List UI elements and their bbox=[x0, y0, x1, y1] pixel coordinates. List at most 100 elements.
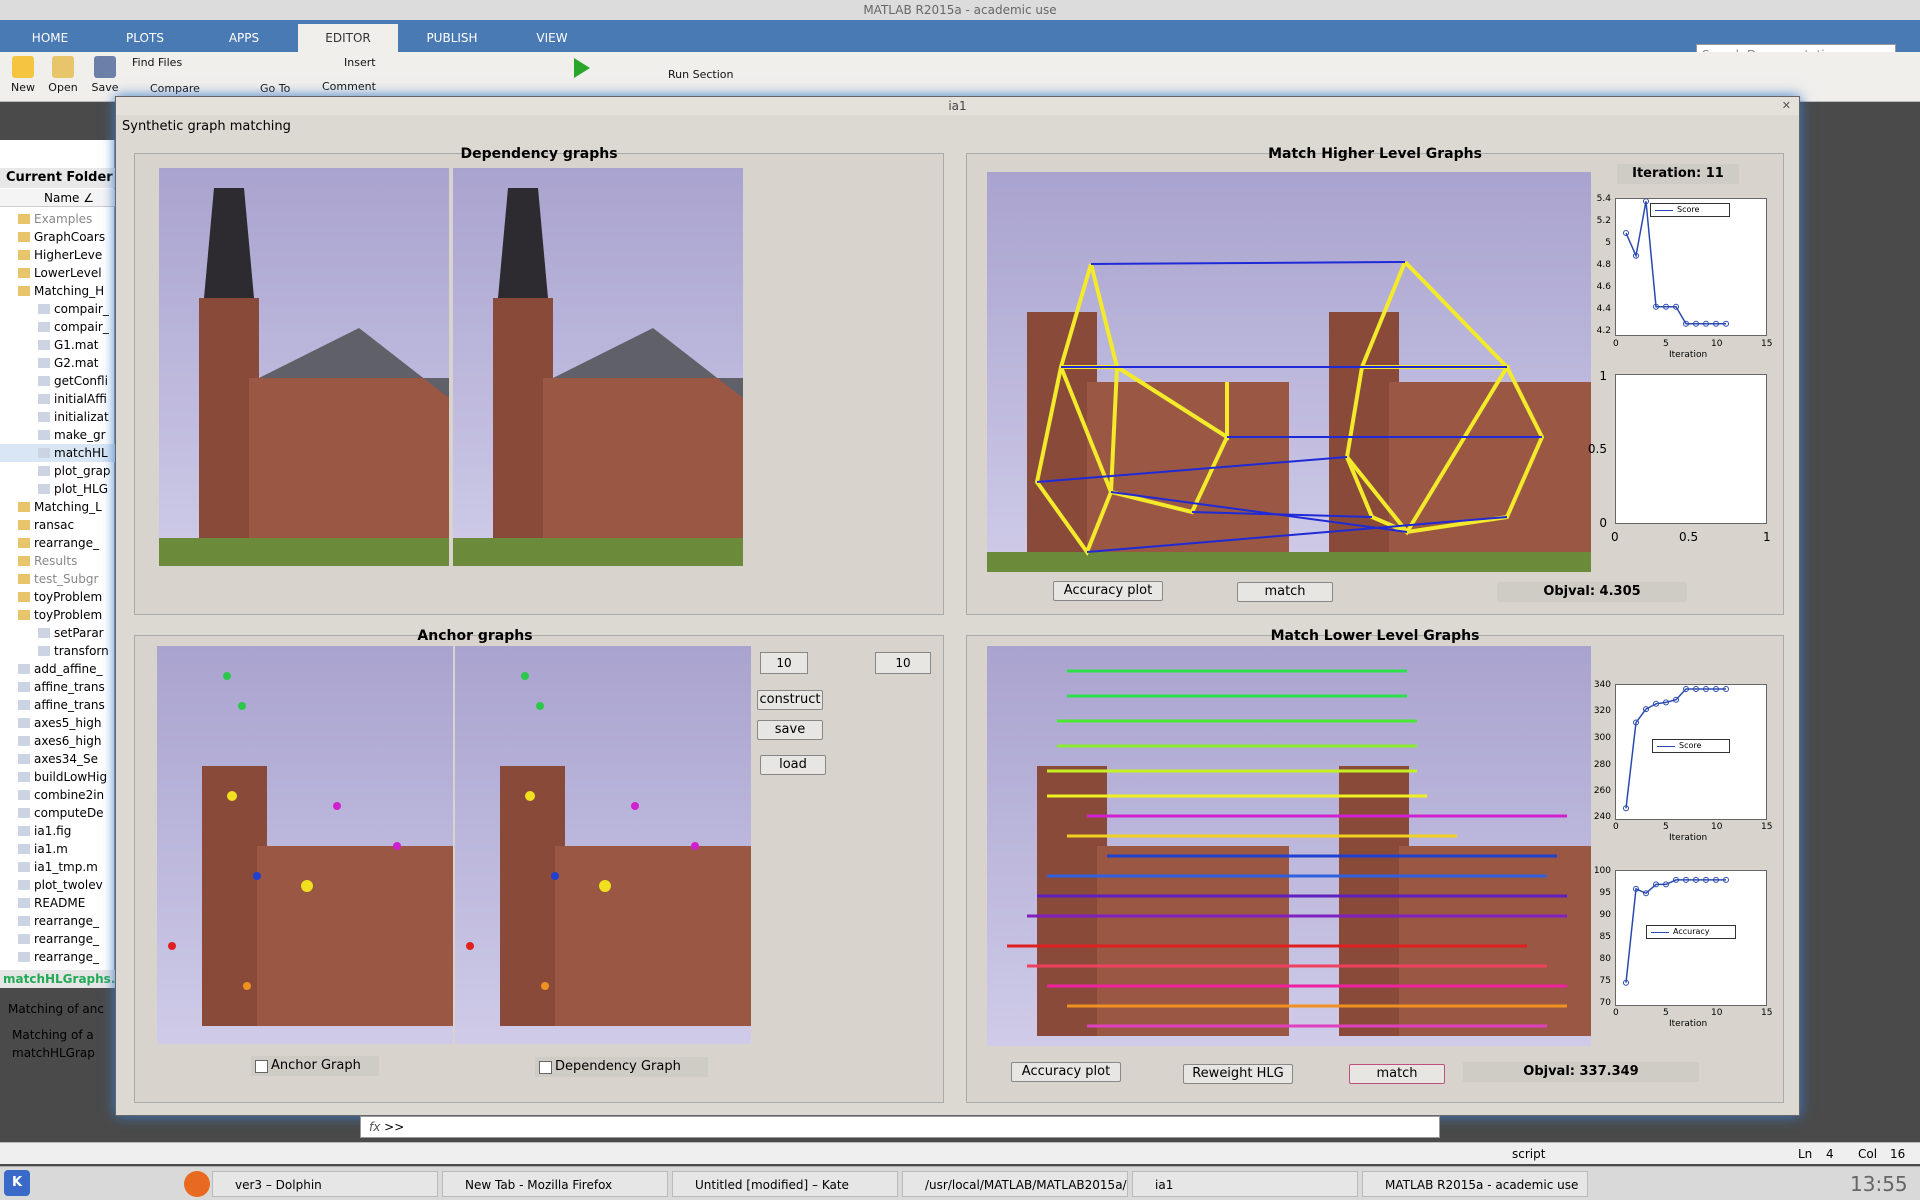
close-icon[interactable]: ✕ bbox=[1782, 99, 1791, 112]
details-item[interactable]: matchHLGrap bbox=[12, 1046, 95, 1060]
save-button[interactable]: Save bbox=[90, 56, 120, 94]
folder-item[interactable]: rearrange_ bbox=[0, 534, 115, 552]
run-button[interactable] bbox=[574, 58, 590, 81]
folder-item[interactable]: initialAffi bbox=[0, 390, 115, 408]
reweight-hlg-button[interactable]: Reweight HLG bbox=[1183, 1064, 1293, 1084]
tab-view[interactable]: VIEW bbox=[508, 24, 596, 52]
folder-item[interactable]: Results bbox=[0, 552, 115, 570]
match-button-high[interactable]: match bbox=[1237, 582, 1333, 602]
details-item[interactable]: Matching of a bbox=[12, 1028, 94, 1042]
folder-item[interactable]: Examples bbox=[0, 210, 115, 228]
folder-item[interactable]: affine_trans bbox=[0, 678, 115, 696]
tab-home[interactable]: HOME bbox=[10, 24, 90, 52]
taskbar-item[interactable]: ver3 – Dolphin bbox=[212, 1171, 438, 1197]
tab-publish[interactable]: PUBLISH bbox=[408, 24, 496, 52]
comment-button[interactable]: Comment bbox=[322, 80, 376, 93]
folder-item[interactable]: add_affine_ bbox=[0, 660, 115, 678]
folder-item[interactable]: axes5_high bbox=[0, 714, 115, 732]
go-to-button[interactable]: Go To bbox=[260, 82, 290, 95]
folder-item[interactable]: initializat bbox=[0, 408, 115, 426]
file-icon bbox=[18, 934, 30, 944]
new-button[interactable]: New bbox=[8, 56, 38, 94]
folder-item[interactable]: affine_trans bbox=[0, 696, 115, 714]
folder-item[interactable]: ia1_tmp.m bbox=[0, 858, 115, 876]
taskbar-item[interactable]: MATLAB R2015a - academic use bbox=[1362, 1171, 1588, 1197]
folder-item[interactable]: ransac bbox=[0, 516, 115, 534]
tab-apps[interactable]: APPS bbox=[200, 24, 288, 52]
open-button[interactable]: Open bbox=[46, 56, 80, 94]
folder-item[interactable]: combine2in bbox=[0, 786, 115, 804]
file-icon bbox=[38, 340, 50, 350]
command-window-input[interactable]: fx >> bbox=[360, 1116, 1440, 1138]
folder-item-label: buildLowHig bbox=[34, 770, 108, 784]
construct-button[interactable]: construct bbox=[757, 690, 823, 710]
folder-item[interactable]: Matching_L bbox=[0, 498, 115, 516]
tab-plots[interactable]: PLOTS bbox=[100, 24, 190, 52]
folder-icon bbox=[18, 286, 30, 296]
name-column-header[interactable]: Name ∠ bbox=[0, 189, 115, 207]
folder-item[interactable]: LowerLevel bbox=[0, 264, 115, 282]
match-button-low[interactable]: match bbox=[1349, 1064, 1445, 1084]
folder-item[interactable]: G2.mat bbox=[0, 354, 115, 372]
score-plot-high: Score bbox=[1615, 198, 1767, 336]
accuracy-plot-button[interactable]: Accuracy plot bbox=[1053, 581, 1163, 601]
folder-item[interactable]: Matching_H bbox=[0, 282, 115, 300]
toolstrip-tabs: HOME PLOTS APPS EDITOR PUBLISH VIEW Sear… bbox=[0, 20, 1920, 66]
folder-item[interactable]: README bbox=[0, 894, 115, 912]
taskbar-item[interactable]: Untitled [modified] – Kate bbox=[672, 1171, 898, 1197]
y-tick-label: 0.5 bbox=[1587, 442, 1607, 456]
command-prompt: >> bbox=[384, 1120, 405, 1134]
folder-item[interactable]: plot_HLG bbox=[0, 480, 115, 498]
folder-item[interactable]: computeDe bbox=[0, 804, 115, 822]
folder-item[interactable]: axes34_Se bbox=[0, 750, 115, 768]
folder-item[interactable]: rearrange_ bbox=[0, 948, 115, 966]
taskbar-item[interactable]: /usr/local/MATLAB/MATLAB2015a/b bbox=[902, 1171, 1128, 1197]
folder-item[interactable]: plot_grap bbox=[0, 462, 115, 480]
find-files-button[interactable]: Find Files bbox=[132, 56, 182, 69]
anchor-count-input-2[interactable]: 10 bbox=[875, 652, 931, 674]
folder-item[interactable]: toyProblem bbox=[0, 588, 115, 606]
folder-item-label: ransac bbox=[34, 518, 75, 532]
anchor-graph-checkbox[interactable]: Anchor Graph bbox=[251, 1056, 379, 1076]
folder-item[interactable]: GraphCoars bbox=[0, 228, 115, 246]
folder-item[interactable]: buildLowHig bbox=[0, 768, 115, 786]
taskbar-item[interactable]: ia1 bbox=[1132, 1171, 1358, 1197]
folder-item[interactable]: matchHL bbox=[0, 444, 115, 462]
folder-item[interactable]: compair_ bbox=[0, 318, 115, 336]
anchor-count-input-1[interactable]: 10 bbox=[760, 652, 808, 674]
accuracy-plot-button-low[interactable]: Accuracy plot bbox=[1011, 1062, 1121, 1082]
folder-item[interactable]: plot_twolev bbox=[0, 876, 115, 894]
kde-menu-icon[interactable]: K bbox=[4, 1170, 30, 1196]
firefox-icon[interactable] bbox=[184, 1171, 210, 1197]
folder-item[interactable]: HigherLeve bbox=[0, 246, 115, 264]
folder-item[interactable]: transforn bbox=[0, 642, 115, 660]
y-tick-label: 240 bbox=[1593, 812, 1611, 822]
y-tick-label: 260 bbox=[1593, 786, 1611, 796]
folder-item[interactable]: ia1.m bbox=[0, 840, 115, 858]
folder-item[interactable]: compair_ bbox=[0, 300, 115, 318]
folder-item[interactable]: setParar bbox=[0, 624, 115, 642]
folder-item[interactable]: getConfli bbox=[0, 372, 115, 390]
clock: 13:55 bbox=[1850, 1172, 1908, 1196]
folder-item[interactable]: toyProblem bbox=[0, 606, 115, 624]
save-graph-button[interactable]: save bbox=[757, 720, 823, 740]
folder-item[interactable]: test_Subgr bbox=[0, 570, 115, 588]
load-graph-button[interactable]: load bbox=[760, 755, 826, 775]
folder-item[interactable]: rearrange_ bbox=[0, 930, 115, 948]
compare-button[interactable]: Compare bbox=[150, 82, 200, 95]
run-section-button[interactable]: Run Section bbox=[668, 68, 733, 81]
folder-item[interactable]: axes6_high bbox=[0, 732, 115, 750]
x-tick-label: 15 bbox=[1761, 339, 1773, 349]
taskbar-item[interactable]: New Tab - Mozilla Firefox bbox=[442, 1171, 668, 1197]
x-axis-label: Iteration bbox=[1669, 833, 1708, 843]
folder-item-label: axes5_high bbox=[34, 716, 102, 730]
x-tick-label: 0 bbox=[1611, 530, 1619, 544]
insert-button[interactable]: Insert bbox=[344, 56, 376, 69]
folder-item[interactable]: make_gr bbox=[0, 426, 115, 444]
iteration-label: Iteration: 11 bbox=[1617, 164, 1739, 184]
dependency-graph-checkbox[interactable]: Dependency Graph bbox=[535, 1057, 708, 1077]
folder-item[interactable]: ia1.fig bbox=[0, 822, 115, 840]
tab-editor[interactable]: EDITOR bbox=[298, 24, 398, 52]
folder-item[interactable]: rearrange_ bbox=[0, 912, 115, 930]
folder-item[interactable]: G1.mat bbox=[0, 336, 115, 354]
